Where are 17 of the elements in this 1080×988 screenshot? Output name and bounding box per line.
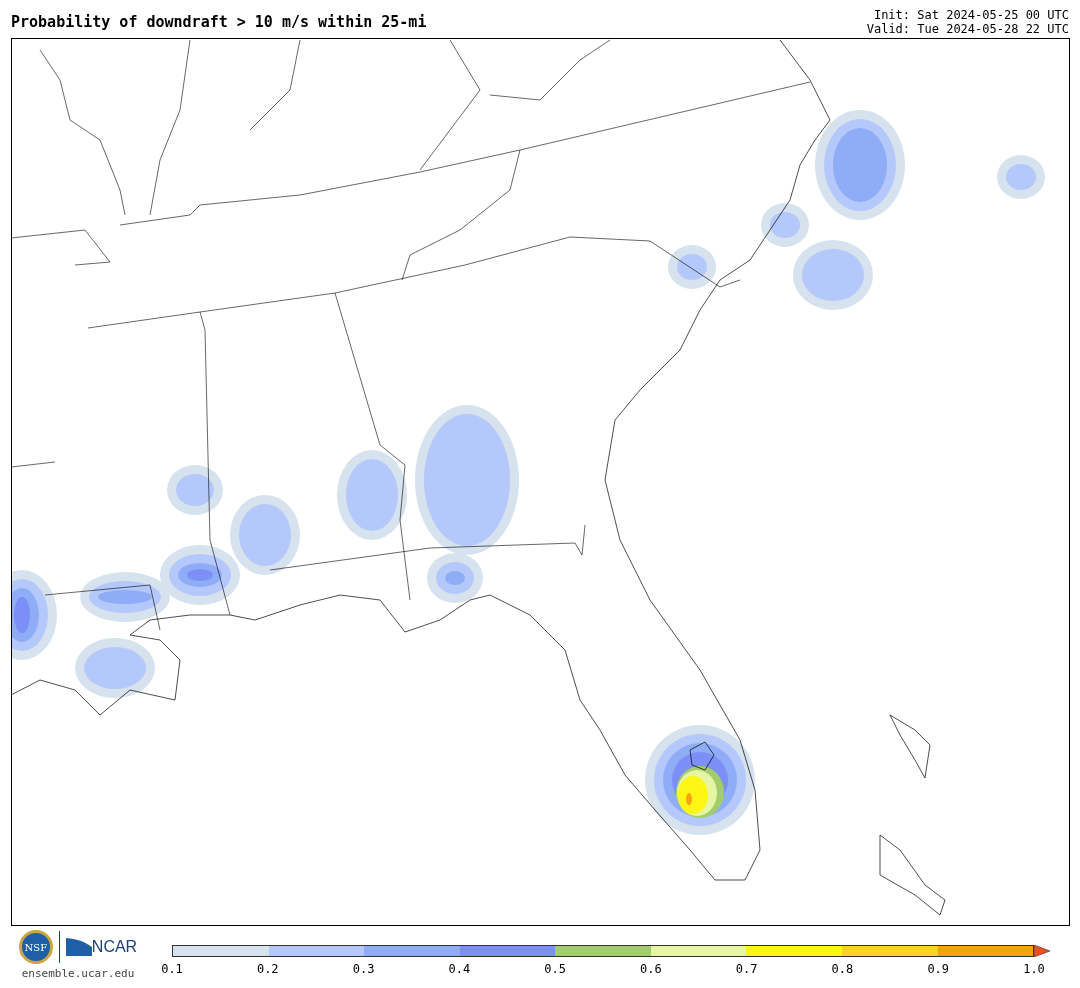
colorbar-tick-label: 0.7 — [735, 962, 758, 976]
valid-time: Valid: Tue 2024-05-28 22 UTC — [866, 22, 1069, 36]
init-time: Init: Sat 2024-05-25 00 UTC — [873, 8, 1069, 22]
colorbar-tick-label: 0.1 — [161, 962, 183, 976]
ncar-logo-text: NCAR — [91, 937, 138, 957]
ncar-logo-icon — [65, 938, 92, 956]
colorbar-tick-label: 0.9 — [927, 962, 950, 976]
colorbar-tick-label: 0.5 — [544, 962, 566, 976]
colorbar-tick-label: 0.6 — [640, 962, 662, 976]
colorbar-tick-label: 1.0 — [1023, 962, 1045, 976]
colorbar-tick-label: 0.2 — [256, 962, 279, 976]
website-url: ensemble.ucar.edu — [21, 966, 135, 982]
nsf-logo: NSF — [18, 930, 53, 964]
map-title: Probability of downdraft > 10 m/s within 25-mi — [11, 11, 427, 33]
colorbar-tick-label: 0.4 — [448, 962, 471, 976]
colorbar-tick-label: 0.3 — [352, 962, 375, 976]
colorbar-tick-label: 0.8 — [831, 962, 854, 976]
